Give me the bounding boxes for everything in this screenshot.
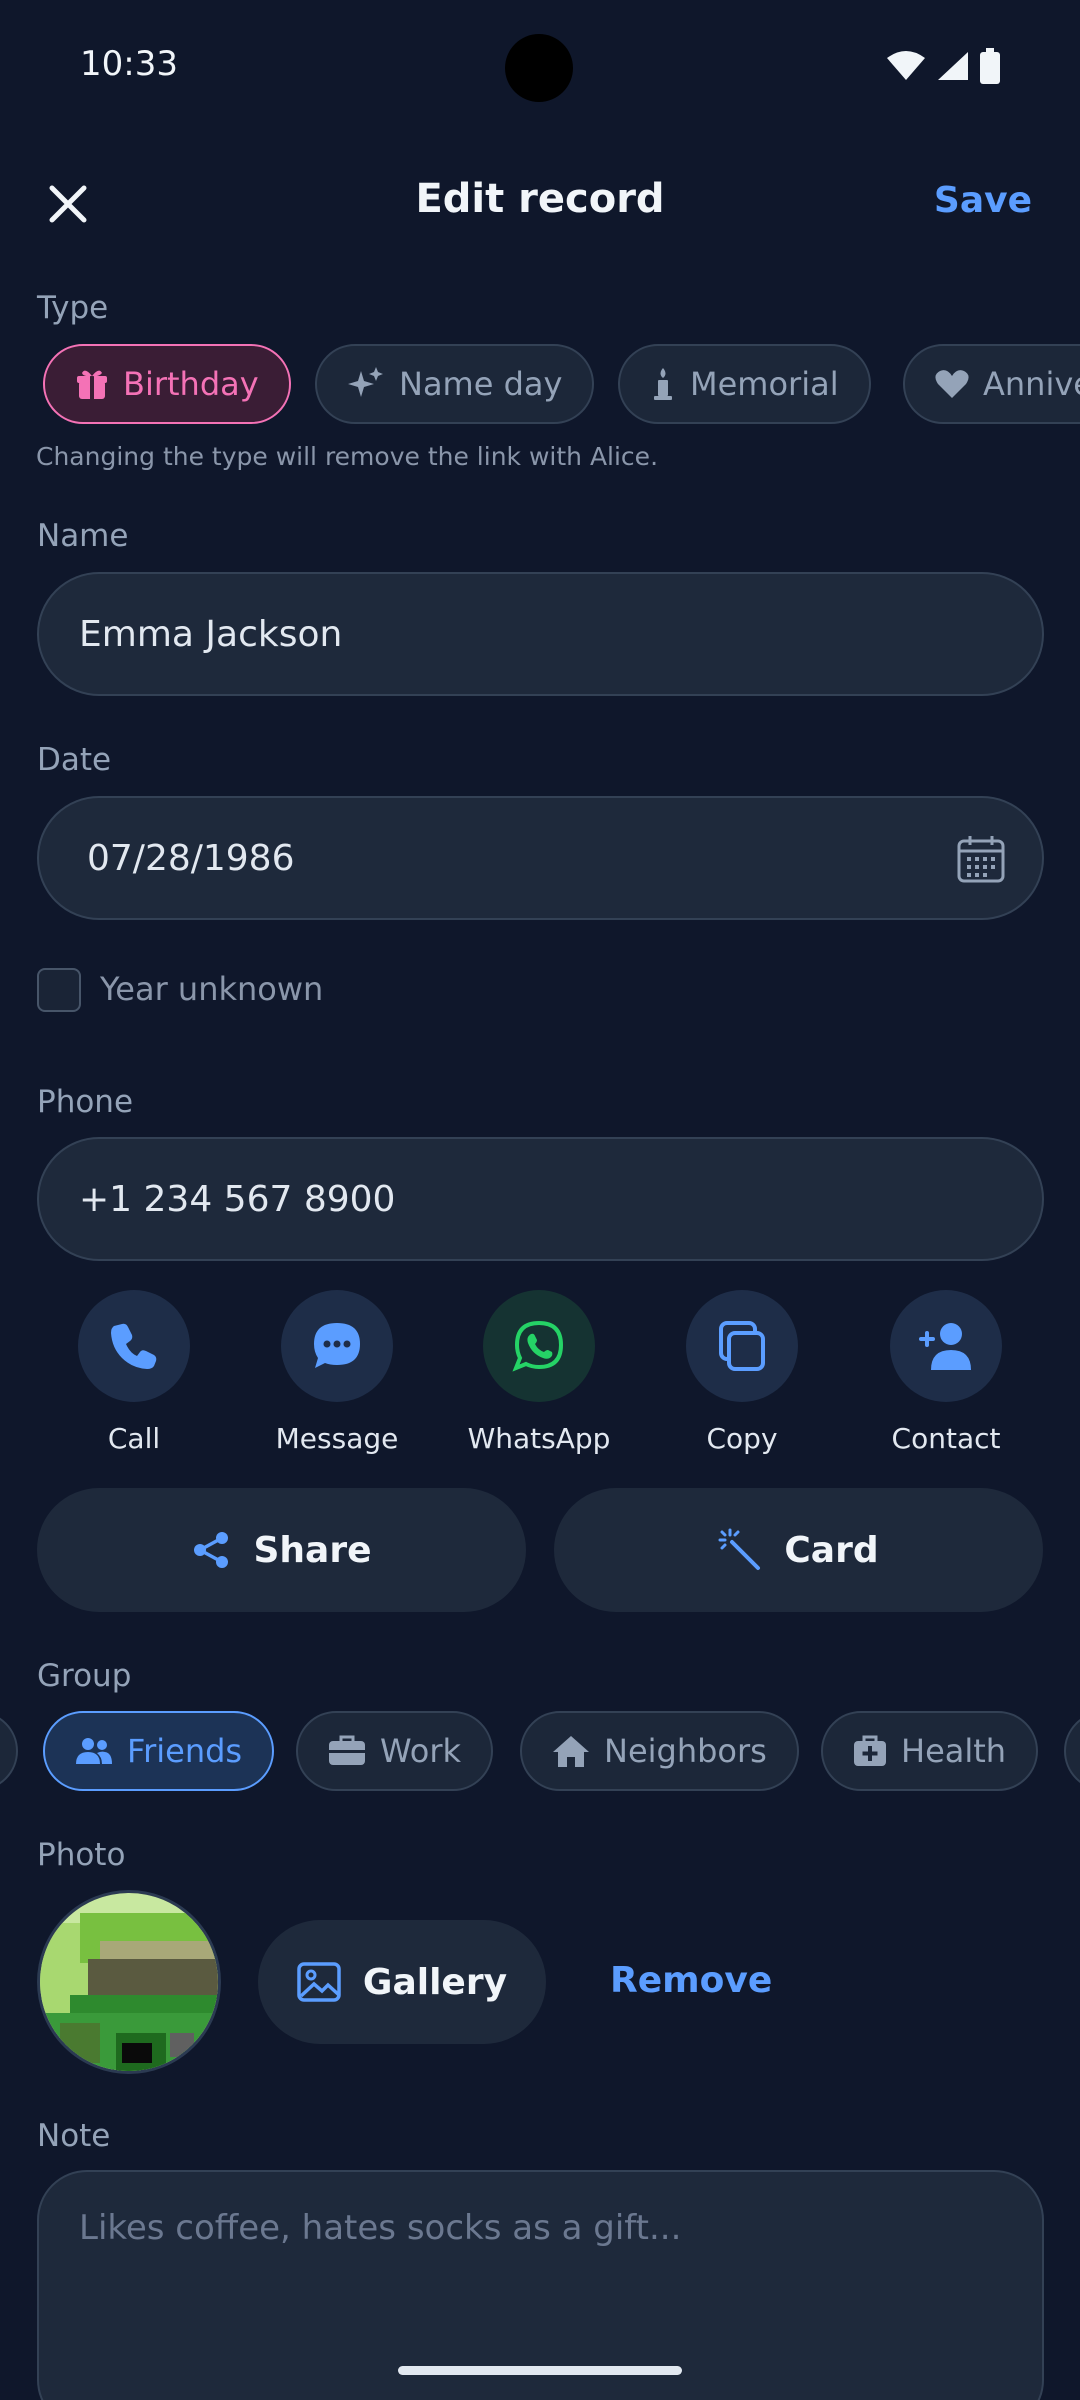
message-label: Message [275, 1422, 399, 1455]
status-time: 10:33 [80, 44, 178, 84]
image-icon [297, 1962, 341, 2002]
wifi-icon [887, 51, 925, 80]
name-field[interactable]: Emma Jackson [37, 572, 1044, 696]
message-action[interactable]: Message [262, 1290, 412, 1455]
date-field[interactable]: 07/28/1986 [37, 796, 1044, 920]
contact-action[interactable]: Contact [871, 1290, 1021, 1455]
type-chip-label: Anniversary [983, 365, 1080, 403]
avatar[interactable] [37, 1890, 221, 2074]
briefcase-icon [329, 1735, 365, 1765]
home-indicator[interactable] [398, 2366, 682, 2375]
call-label: Call [107, 1422, 161, 1455]
whatsapp-label: WhatsApp [467, 1422, 611, 1455]
phone-value: +1 234 567 8900 [79, 1178, 396, 1220]
date-label: Date [37, 742, 112, 778]
group-chip-friends[interactable]: Friends [43, 1711, 275, 1791]
phone-label: Phone [37, 1084, 134, 1120]
camera-cutout [505, 34, 573, 102]
copy-label: Copy [706, 1422, 778, 1455]
group-chip-hidden-right[interactable] [1064, 1711, 1080, 1791]
group-chip-label: Work [380, 1732, 462, 1770]
call-button[interactable] [78, 1290, 190, 1402]
group-chip-hidden-left[interactable] [0, 1711, 18, 1791]
message-button[interactable] [281, 1290, 393, 1402]
whatsapp-button[interactable] [483, 1290, 595, 1402]
type-chip-label: Memorial [690, 365, 839, 403]
card-label: Card [784, 1529, 879, 1571]
battery-icon [980, 48, 1000, 84]
type-label: Type [37, 290, 109, 326]
type-chip-label: Birthday [123, 365, 259, 403]
group-chip-row[interactable]: Friends Work Neighbors Health [0, 1711, 1080, 1795]
type-change-hint: Changing the type will remove the link w… [36, 442, 659, 471]
whatsapp-action[interactable]: WhatsApp [464, 1290, 614, 1455]
status-icons [886, 48, 1000, 84]
type-chip-label: Name day [399, 365, 563, 403]
people-icon [76, 1738, 112, 1764]
house-icon [553, 1736, 589, 1767]
group-chip-neighbors[interactable]: Neighbors [520, 1711, 799, 1791]
calendar-icon[interactable] [956, 834, 1006, 884]
add-contact-icon [919, 1323, 971, 1370]
type-chip-name-day[interactable]: Name day [315, 344, 595, 424]
type-chip-anniversary[interactable]: Anniversary [903, 344, 1080, 424]
year-unknown-label[interactable]: Year unknown [100, 970, 323, 1008]
gallery-button[interactable]: Gallery [258, 1920, 546, 2044]
type-chip-birthday[interactable]: Birthday [43, 344, 291, 424]
whatsapp-icon [512, 1320, 564, 1372]
group-chip-health[interactable]: Health [821, 1711, 1039, 1791]
share-icon [194, 1532, 229, 1568]
year-unknown-checkbox[interactable] [37, 968, 81, 1012]
card-button[interactable]: Card [554, 1488, 1043, 1612]
photo-label: Photo [37, 1837, 126, 1873]
save-button[interactable]: Save [934, 180, 1032, 221]
group-chip-label: Neighbors [604, 1732, 767, 1770]
share-button[interactable]: Share [37, 1488, 526, 1612]
phone-field[interactable]: +1 234 567 8900 [37, 1137, 1044, 1261]
note-placeholder: Likes coffee, hates socks as a gift... [79, 2208, 682, 2248]
group-chip-label: Friends [127, 1732, 243, 1770]
contact-button[interactable] [890, 1290, 1002, 1402]
magic-wand-icon [718, 1528, 761, 1570]
copy-action[interactable]: Copy [667, 1290, 817, 1455]
gallery-label: Gallery [362, 1961, 508, 2003]
call-action[interactable]: Call [59, 1290, 209, 1455]
remove-photo-button[interactable]: Remove [610, 1960, 772, 2001]
type-chip-memorial[interactable]: Memorial [618, 344, 871, 424]
sparkles-icon [348, 367, 383, 397]
group-chip-label: Health [901, 1732, 1007, 1770]
signal-icon [938, 52, 968, 80]
avatar-image [40, 1893, 218, 2071]
medkit-icon [854, 1735, 886, 1766]
gift-icon [77, 370, 107, 399]
name-label: Name [37, 518, 129, 554]
name-value: Emma Jackson [79, 613, 343, 655]
phone-icon [111, 1323, 157, 1369]
date-value: 07/28/1986 [87, 837, 295, 879]
share-label: Share [253, 1529, 372, 1571]
heart-icon [935, 370, 969, 398]
copy-button[interactable] [686, 1290, 798, 1402]
group-label: Group [37, 1658, 132, 1694]
group-chip-work[interactable]: Work [296, 1711, 494, 1791]
note-label: Note [37, 2118, 111, 2154]
contact-label: Contact [891, 1422, 1001, 1455]
page-title: Edit record [415, 176, 665, 222]
copy-icon [719, 1321, 765, 1371]
candle-icon [654, 368, 672, 400]
message-icon [314, 1323, 360, 1368]
type-chip-row[interactable]: Birthday Name day Memorial Anniversary [0, 344, 1080, 428]
